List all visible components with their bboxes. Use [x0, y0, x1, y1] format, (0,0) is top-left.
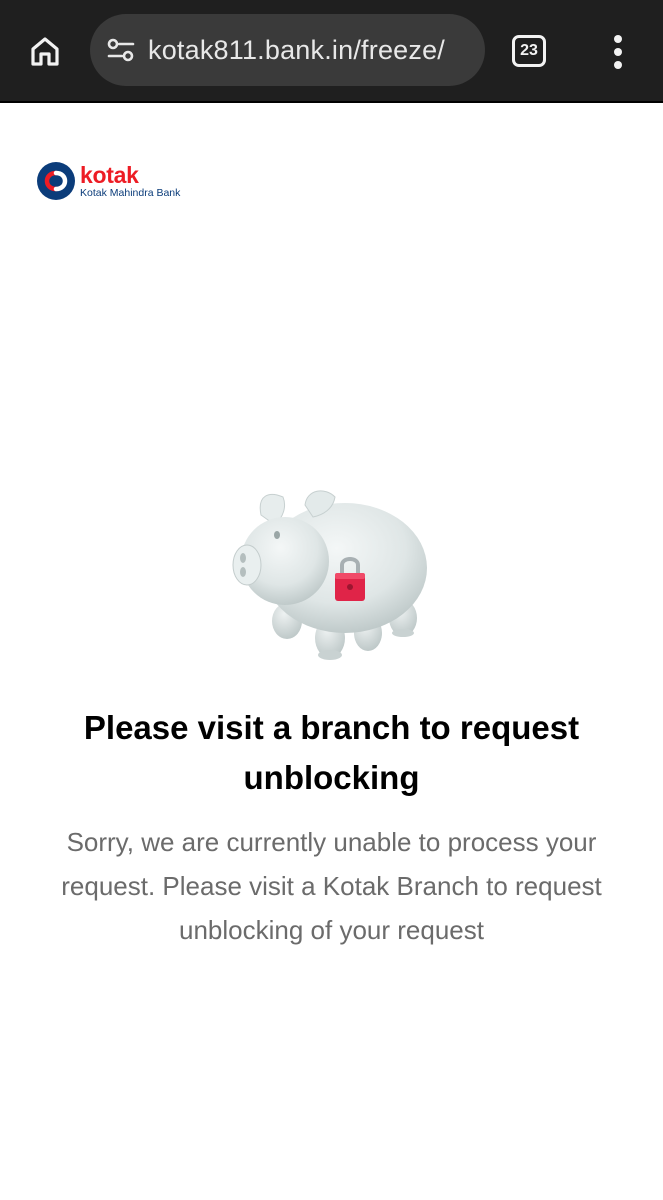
- site-settings-button[interactable]: [106, 35, 136, 65]
- home-icon: [31, 37, 59, 66]
- browser-menu-button[interactable]: [600, 32, 636, 72]
- error-message: Sorry, we are currently unable to proces…: [61, 827, 602, 945]
- logo-subtitle: Kotak Mahindra Bank: [80, 186, 181, 199]
- kotak-logo[interactable]: kotak Kotak Mahindra Bank: [36, 161, 180, 201]
- page-title: Please visit a branch to request unblock…: [83, 709, 580, 796]
- page-content: kotak Kotak Mahindra Bank Please visit a…: [0, 103, 663, 1200]
- tab-switcher-button[interactable]: 23: [512, 35, 546, 67]
- address-bar[interactable]: kotak811.bank.in/freeze/: [90, 14, 485, 86]
- logo-text: kotak Kotak Mahindra Bank: [80, 161, 181, 199]
- logo-brand: kotak: [80, 161, 139, 188]
- kotak-logo-icon: [37, 162, 75, 200]
- home-button[interactable]: [24, 30, 66, 72]
- browser-toolbar: kotak811.bank.in/freeze/ 23: [0, 0, 663, 103]
- locked-piggy-bank-illustration: [232, 490, 427, 660]
- tune-icon: [107, 38, 135, 62]
- url-text[interactable]: kotak811.bank.in/freeze/: [148, 35, 473, 66]
- more-vert-icon: [614, 35, 622, 69]
